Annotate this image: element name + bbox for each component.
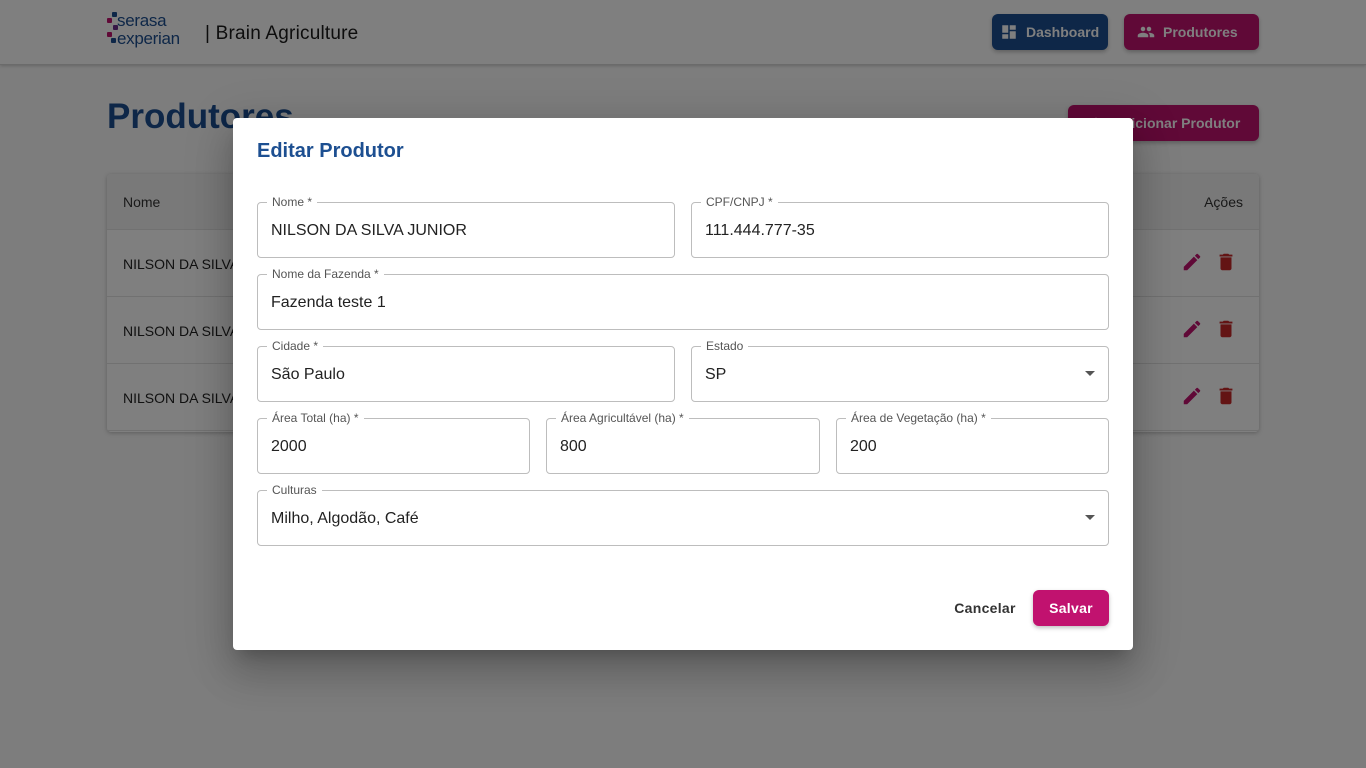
area-total-field[interactable]: Área Total (ha) * 2000 xyxy=(257,411,530,474)
area-total-value: 2000 xyxy=(271,438,307,455)
culturas-label: Culturas xyxy=(267,483,322,497)
dialog-title: Editar Produtor xyxy=(257,140,404,162)
save-button[interactable]: Salvar xyxy=(1033,590,1109,626)
dropdown-arrow-icon xyxy=(1085,371,1095,376)
area-agricultavel-value: 800 xyxy=(560,438,587,455)
nome-field[interactable]: Nome * NILSON DA SILVA JUNIOR xyxy=(257,195,675,258)
nome-fazenda-field[interactable]: Nome da Fazenda * Fazenda teste 1 xyxy=(257,267,1109,330)
nome-label: Nome * xyxy=(267,195,318,209)
culturas-select[interactable]: Culturas Milho, Algodão, Café xyxy=(257,483,1109,546)
area-agricultavel-field[interactable]: Área Agricultável (ha) * 800 xyxy=(546,411,820,474)
cpf-cnpj-field[interactable]: CPF/CNPJ * 111.444.777-35 xyxy=(691,195,1109,258)
cpf-cnpj-value: 111.444.777-35 xyxy=(705,222,815,239)
cidade-label: Cidade * xyxy=(267,339,324,353)
area-total-label: Área Total (ha) * xyxy=(267,411,364,425)
area-vegetacao-value: 200 xyxy=(850,438,877,455)
nome-fazenda-value: Fazenda teste 1 xyxy=(271,294,386,311)
cpf-cnpj-label: CPF/CNPJ * xyxy=(701,195,778,209)
culturas-value: Milho, Algodão, Café xyxy=(271,510,419,527)
area-vegetacao-label: Área de Vegetação (ha) * xyxy=(846,411,991,425)
nome-value: NILSON DA SILVA JUNIOR xyxy=(271,222,467,239)
estado-label: Estado xyxy=(701,339,749,353)
edit-produtor-dialog: Editar Produtor Nome * NILSON DA SILVA J… xyxy=(233,118,1133,650)
cancel-button[interactable]: Cancelar xyxy=(945,590,1025,626)
cidade-field[interactable]: Cidade * São Paulo xyxy=(257,339,675,402)
estado-select[interactable]: Estado SP xyxy=(691,339,1109,402)
area-vegetacao-field[interactable]: Área de Vegetação (ha) * 200 xyxy=(836,411,1109,474)
estado-value: SP xyxy=(705,366,727,383)
area-agricultavel-label: Área Agricultável (ha) * xyxy=(556,411,689,425)
nome-fazenda-label: Nome da Fazenda * xyxy=(267,267,384,281)
cidade-value: São Paulo xyxy=(271,366,345,383)
dropdown-arrow-icon xyxy=(1085,515,1095,520)
